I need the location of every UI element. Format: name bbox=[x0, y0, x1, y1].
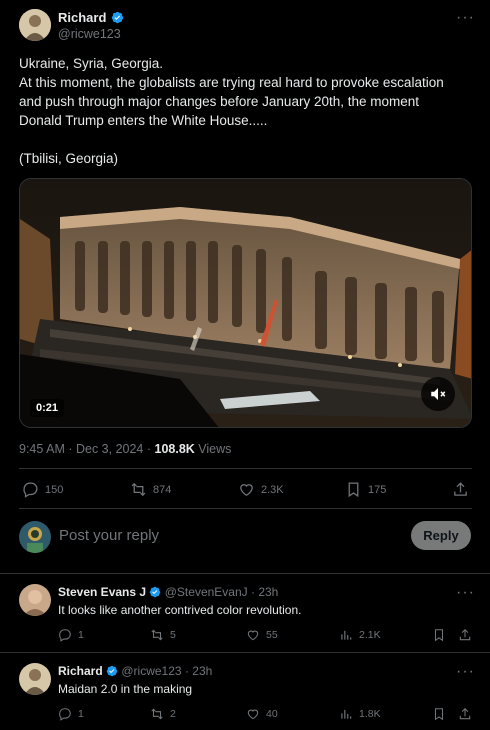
reply-author-handle[interactable]: @ricwe123 bbox=[121, 664, 181, 678]
reply-icon bbox=[59, 708, 71, 721]
reply-repost-action[interactable]: 5 bbox=[150, 628, 176, 642]
reply-bookmark-action[interactable] bbox=[432, 628, 446, 642]
reply-text: It looks like another contrived color re… bbox=[58, 603, 302, 617]
heart-icon bbox=[240, 484, 253, 496]
reply-button[interactable]: Reply bbox=[411, 521, 471, 550]
repost-icon bbox=[131, 482, 146, 497]
bookmark-icon bbox=[348, 482, 359, 498]
reply-like-action[interactable]: 55 bbox=[246, 628, 278, 642]
share-icon bbox=[459, 629, 471, 641]
reply-time[interactable]: · 23h bbox=[185, 664, 212, 678]
speaker-muted-icon bbox=[431, 388, 446, 400]
video-player[interactable]: 0:21 bbox=[19, 178, 472, 428]
reply-author-name[interactable]: Steven Evans J bbox=[58, 585, 146, 599]
avatar-portrait-icon bbox=[19, 9, 51, 41]
reply-repost-count: 5 bbox=[170, 629, 176, 641]
current-user-avatar-icon bbox=[19, 521, 51, 553]
reply-more-options-icon[interactable]: ··· bbox=[456, 664, 475, 680]
reply-like-count: 55 bbox=[266, 629, 278, 641]
reply-reply-action[interactable]: 1 bbox=[58, 628, 84, 642]
views-label: Views bbox=[198, 442, 232, 456]
reply-icon bbox=[23, 482, 38, 498]
reply-repost-count: 2 bbox=[170, 708, 176, 720]
reply-like-action[interactable]: 40 bbox=[246, 707, 278, 721]
reply-author-handle[interactable]: @StevenEvanJ bbox=[165, 585, 248, 599]
verified-badge-icon bbox=[111, 11, 124, 24]
post-text-line: Donald Trump enters the White House..... bbox=[19, 113, 268, 128]
reply-share-action[interactable] bbox=[458, 628, 472, 642]
reply-avatar-icon bbox=[19, 584, 51, 616]
divider bbox=[19, 468, 472, 469]
divider bbox=[19, 508, 472, 509]
video-frame-image bbox=[20, 179, 471, 427]
current-user-avatar[interactable] bbox=[19, 521, 51, 553]
reply-reply-action[interactable]: 1 bbox=[58, 707, 84, 721]
divider bbox=[0, 573, 490, 574]
post-text-line: (Tbilisi, Georgia) bbox=[19, 151, 119, 166]
reply-avatar[interactable] bbox=[19, 584, 51, 616]
bookmark-icon bbox=[434, 708, 444, 721]
reply-views-count: 1.8K bbox=[359, 708, 381, 720]
share-icon bbox=[459, 708, 471, 720]
author-handle[interactable]: @ricwe123 bbox=[58, 27, 121, 41]
reply-header: Richard @ricwe123 · 23h bbox=[58, 664, 212, 678]
reply-like-count: 40 bbox=[266, 708, 278, 720]
more-options-icon[interactable]: ··· bbox=[456, 10, 475, 26]
reply-author-name[interactable]: Richard bbox=[58, 664, 103, 678]
author-name[interactable]: Richard bbox=[58, 10, 106, 25]
reply-views-count: 2.1K bbox=[359, 629, 381, 641]
reply-text: Maidan 2.0 in the making bbox=[58, 682, 193, 696]
reply-reply-count: 1 bbox=[78, 629, 84, 641]
reply-views-action[interactable]: 2.1K bbox=[339, 628, 381, 642]
repost-action[interactable]: 874 bbox=[130, 481, 171, 498]
post-text-line bbox=[19, 130, 474, 149]
repost-icon bbox=[151, 708, 163, 720]
reply-reply-count: 1 bbox=[78, 708, 84, 720]
reply-more-options-icon[interactable]: ··· bbox=[456, 585, 475, 601]
mute-button[interactable] bbox=[421, 377, 455, 411]
repost-icon bbox=[151, 629, 163, 641]
post-text-line: Ukraine, Syria, Georgia. bbox=[19, 56, 164, 71]
reply-views-action[interactable]: 1.8K bbox=[339, 707, 381, 721]
like-count: 2.3K bbox=[261, 483, 284, 496]
post-text: Ukraine, Syria, Georgia. At this moment,… bbox=[19, 54, 474, 168]
views-count: 108.8K bbox=[154, 442, 195, 456]
verified-badge-icon bbox=[150, 586, 161, 598]
bookmark-action[interactable]: 175 bbox=[345, 481, 386, 498]
reply-bookmark-action[interactable] bbox=[432, 707, 446, 721]
like-action[interactable]: 2.3K bbox=[238, 481, 284, 498]
verified-badge-icon bbox=[106, 665, 118, 677]
heart-icon bbox=[247, 630, 259, 641]
author-avatar[interactable] bbox=[19, 9, 51, 41]
post-text-line: and push through major changes before Ja… bbox=[19, 94, 420, 109]
reply-action[interactable]: 150 bbox=[22, 481, 63, 498]
heart-icon bbox=[247, 709, 259, 720]
reply-avatar-icon bbox=[19, 663, 51, 695]
post-text-line: At this moment, the globalists are tryin… bbox=[19, 75, 444, 90]
analytics-icon bbox=[341, 709, 352, 719]
post-timestamp[interactable]: 9:45 AM · Dec 3, 2024 · bbox=[19, 442, 155, 456]
reply-icon bbox=[59, 629, 71, 642]
repost-count: 874 bbox=[153, 483, 172, 496]
video-duration-badge: 0:21 bbox=[30, 399, 65, 417]
reply-header: Steven Evans J @StevenEvanJ · 23h bbox=[58, 585, 278, 599]
share-icon bbox=[454, 482, 467, 496]
post-meta: 9:45 AM · Dec 3, 2024 · 108.8K Views bbox=[19, 442, 231, 456]
reply-repost-action[interactable]: 2 bbox=[150, 707, 176, 721]
reply-input[interactable]: Post your reply bbox=[59, 527, 159, 544]
divider bbox=[0, 652, 490, 653]
reply-count: 150 bbox=[45, 483, 64, 496]
reply-avatar[interactable] bbox=[19, 663, 51, 695]
bookmark-icon bbox=[434, 629, 444, 642]
bookmark-count: 175 bbox=[368, 483, 387, 496]
share-action[interactable] bbox=[452, 481, 469, 498]
analytics-icon bbox=[341, 630, 352, 640]
reply-share-action[interactable] bbox=[458, 707, 472, 721]
reply-time[interactable]: · 23h bbox=[251, 585, 278, 599]
